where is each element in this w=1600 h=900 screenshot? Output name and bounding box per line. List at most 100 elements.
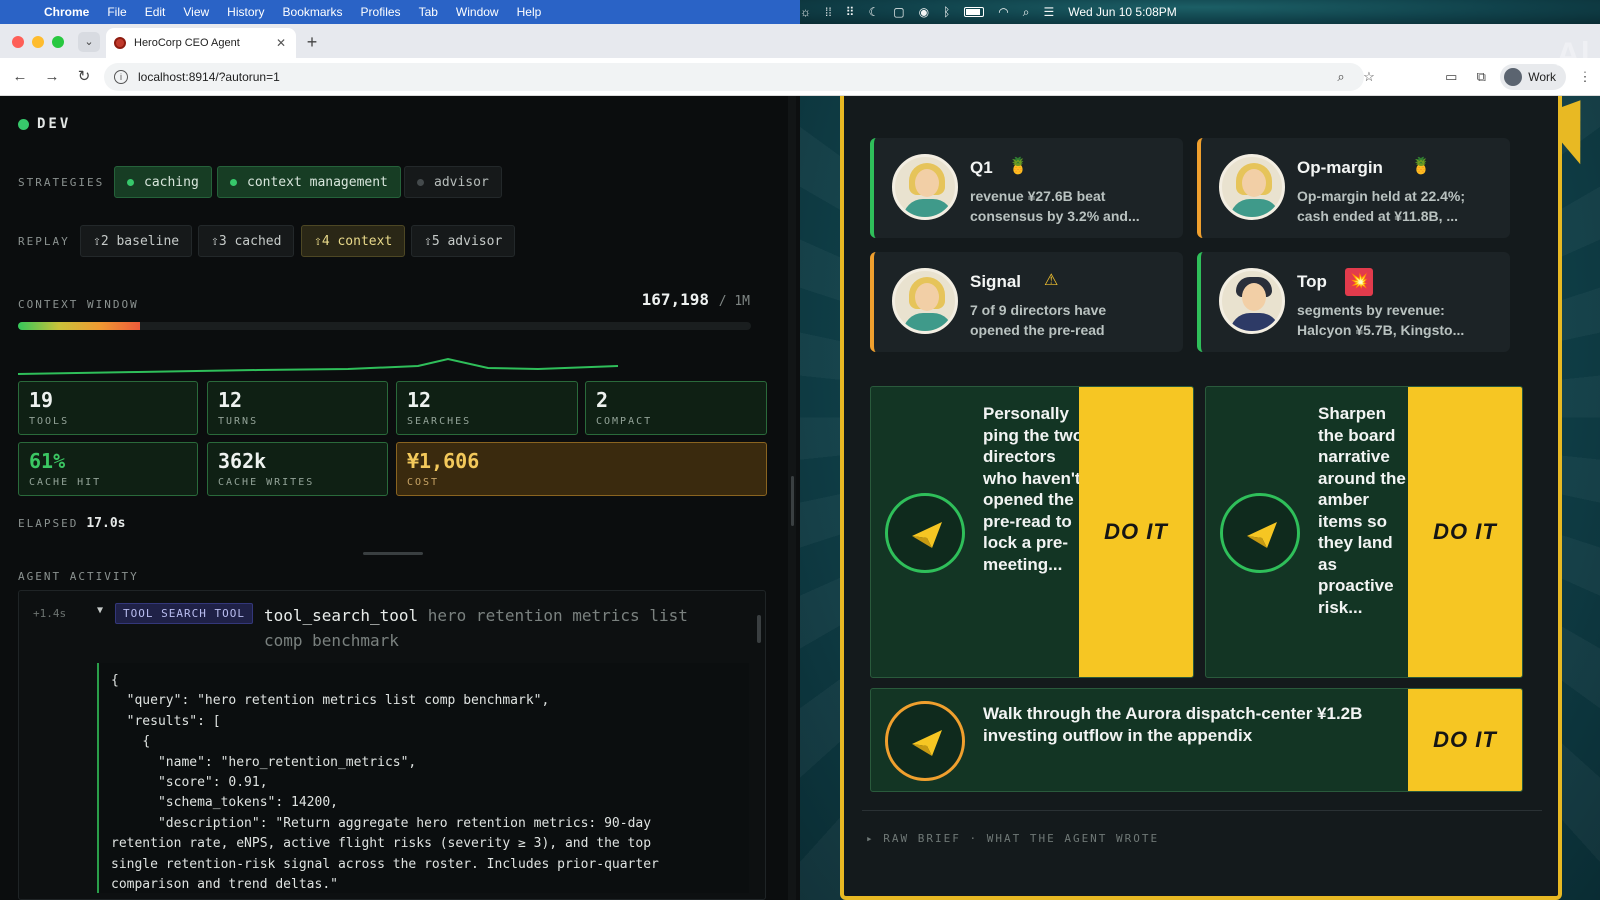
- action-card-ping-directors[interactable]: Personally ping the two directors who ha…: [870, 386, 1194, 678]
- replay-button-context[interactable]: ⇧4 context: [301, 225, 406, 257]
- profile-name: Work: [1528, 70, 1556, 84]
- url-text[interactable]: localhost:8914/?autorun=1: [138, 70, 280, 84]
- stat-value: 61%: [29, 449, 66, 473]
- back-arrow-icon[interactable]: ←: [6, 63, 34, 91]
- kpi-text-line2: Halcyon ¥5.7B, Kingsto...: [1297, 322, 1465, 338]
- menu-clock[interactable]: Wed Jun 10 5:08PM: [1068, 5, 1177, 19]
- bluetooth-icon[interactable]: ᛒ: [943, 5, 950, 19]
- kpi-card-q1[interactable]: Q1 🍍 revenue ¥27.6B beat consensus by 3.…: [870, 138, 1183, 238]
- forward-arrow-icon[interactable]: →: [38, 63, 66, 91]
- do-it-button[interactable]: DO IT: [1079, 387, 1193, 677]
- window-minimize-button[interactable]: [32, 36, 44, 48]
- menu-tab[interactable]: Tab: [419, 5, 438, 19]
- kpi-card-signal[interactable]: Signal ⚠ 7 of 9 directors have opened th…: [870, 252, 1183, 352]
- tool-type-badge: TOOL SEARCH TOOL: [115, 603, 253, 624]
- tab-title: HeroCorp CEO Agent: [134, 37, 240, 49]
- divider: [862, 810, 1542, 811]
- action-card-sharpen-narrative[interactable]: Sharpen the board narrative around the a…: [1205, 386, 1523, 678]
- env-indicator: DEV: [18, 116, 71, 132]
- kpi-title: Op-margin: [1297, 158, 1383, 177]
- replay-button-baseline[interactable]: ⇧2 baseline: [80, 225, 193, 257]
- activity-scrollbar[interactable]: [757, 615, 761, 643]
- reload-icon[interactable]: ↻: [70, 63, 98, 91]
- collapse-caret-icon[interactable]: ▼: [97, 605, 103, 616]
- tool-result-json: { "query": "hero retention metrics list …: [97, 663, 749, 893]
- weather-icon[interactable]: ☼: [800, 5, 811, 19]
- menu-file[interactable]: File: [107, 5, 126, 19]
- grid-icon[interactable]: ⁞⁞: [825, 5, 832, 19]
- control-center-icon[interactable]: ☰: [1043, 5, 1054, 19]
- site-info-icon[interactable]: i: [114, 70, 128, 84]
- zoom-icon[interactable]: ⌕: [1332, 69, 1350, 85]
- explosion-icon: 💥: [1345, 268, 1373, 296]
- chip-label: ⇧4 context: [314, 233, 393, 249]
- menu-window[interactable]: Window: [456, 5, 499, 19]
- vpn-icon[interactable]: ◉: [919, 5, 929, 19]
- agent-activity-label: AGENT ACTIVITY: [18, 570, 139, 583]
- stat-tools: 19 TOOLS: [18, 381, 198, 435]
- hero-avatar: [892, 268, 958, 334]
- spotlight-search-icon[interactable]: ⌕: [1023, 5, 1030, 20]
- battery-icon[interactable]: [964, 7, 985, 17]
- browser-tab-active[interactable]: HeroCorp CEO Agent ✕: [106, 28, 296, 58]
- window-zoom-button[interactable]: [52, 36, 64, 48]
- stat-value: 12: [218, 388, 243, 412]
- kpi-card-op-margin[interactable]: Op-margin 🍍 Op-margin held at 22.4%; cas…: [1197, 138, 1510, 238]
- paper-plane-icon: [1220, 493, 1300, 573]
- action-text: Personally ping the two directors who ha…: [983, 404, 1084, 574]
- menu-history[interactable]: History: [227, 5, 264, 19]
- toggle-dot: [230, 178, 237, 186]
- menu-profiles[interactable]: Profiles: [361, 5, 401, 19]
- menu-view[interactable]: View: [183, 5, 209, 19]
- context-window-label: CONTEXT WINDOW: [18, 298, 139, 311]
- strategy-toggle-advisor[interactable]: advisor: [404, 166, 502, 198]
- tool-name: tool_search_tool: [264, 606, 419, 625]
- chip-label: ⇧2 baseline: [93, 233, 180, 249]
- context-window-bar-fill: [18, 322, 141, 330]
- kpi-text-line1: 7 of 9 directors have: [970, 302, 1107, 318]
- site-favicon-icon: [114, 37, 126, 49]
- stat-label: CACHE HIT: [29, 477, 102, 488]
- kpi-text-line2: cash ended at ¥11.8B, ...: [1297, 208, 1459, 224]
- elapsed-label: ELAPSED: [18, 517, 79, 530]
- strategy-toggle-caching[interactable]: caching: [114, 166, 212, 198]
- wifi-icon[interactable]: ◠: [998, 5, 1008, 19]
- dev-panel: DEV STRATEGIES caching context managemen…: [0, 96, 796, 900]
- replay-button-advisor[interactable]: ⇧5 advisor: [411, 225, 516, 257]
- stat-label: CACHE WRITES: [218, 477, 315, 488]
- extensions-puzzle-icon[interactable]: ⧉: [1466, 69, 1496, 85]
- do-it-button[interactable]: DO IT: [1408, 387, 1522, 677]
- agent-activity-log[interactable]: +1.4s ▼ TOOL SEARCH TOOL tool_search_too…: [18, 590, 766, 900]
- raw-brief-toggle[interactable]: ▸ RAW BRIEF · WHAT THE AGENT WROTE: [866, 832, 1159, 845]
- address-bar[interactable]: i localhost:8914/?autorun=1 ⌕ ☆: [104, 63, 1375, 91]
- screen-mirror-icon[interactable]: ▢: [893, 5, 904, 19]
- tab-search-chevron-icon[interactable]: ⌄: [78, 32, 100, 52]
- stat-label: SEARCHES: [407, 416, 472, 427]
- menu-help[interactable]: Help: [517, 5, 542, 19]
- bookmark-star-icon[interactable]: ☆: [1360, 69, 1378, 85]
- pane-divider-handle[interactable]: [791, 476, 794, 526]
- menu-app-chrome[interactable]: Chrome: [44, 5, 89, 19]
- menu-bookmarks[interactable]: Bookmarks: [283, 5, 343, 19]
- tab-close-icon[interactable]: ✕: [274, 36, 288, 50]
- action-card-aurora-outflow[interactable]: Walk through the Aurora dispatch-center …: [870, 688, 1523, 792]
- strategy-toggle-context-management[interactable]: context management: [217, 166, 401, 198]
- new-tab-plus-icon[interactable]: +: [302, 32, 322, 52]
- cast-icon[interactable]: ▭: [1436, 69, 1466, 85]
- toggle-dot: [417, 178, 424, 186]
- control-grid-icon[interactable]: ⠿: [846, 5, 855, 19]
- kpi-text-line1: Op-margin held at 22.4%;: [1297, 188, 1466, 204]
- paper-plane-icon: [885, 493, 965, 573]
- window-close-button[interactable]: [12, 36, 24, 48]
- resize-grab-handle[interactable]: [363, 552, 423, 555]
- replay-button-cached[interactable]: ⇧3 cached: [198, 225, 295, 257]
- menu-edit[interactable]: Edit: [145, 5, 166, 19]
- do-it-button[interactable]: DO IT: [1408, 689, 1522, 791]
- chip-label: advisor: [434, 174, 489, 190]
- pineapple-icon: 🍍: [1008, 158, 1028, 175]
- kpi-card-top[interactable]: Top 💥 segments by revenue: Halcyon ¥5.7B…: [1197, 252, 1510, 352]
- kpi-text-line2: consensus by 3.2% and...: [970, 208, 1140, 224]
- moon-icon[interactable]: ☾: [868, 5, 879, 19]
- ceo-brief-pane: Q1 🍍 revenue ¥27.6B beat consensus by 3.…: [800, 96, 1600, 900]
- toggle-dot: [127, 178, 134, 186]
